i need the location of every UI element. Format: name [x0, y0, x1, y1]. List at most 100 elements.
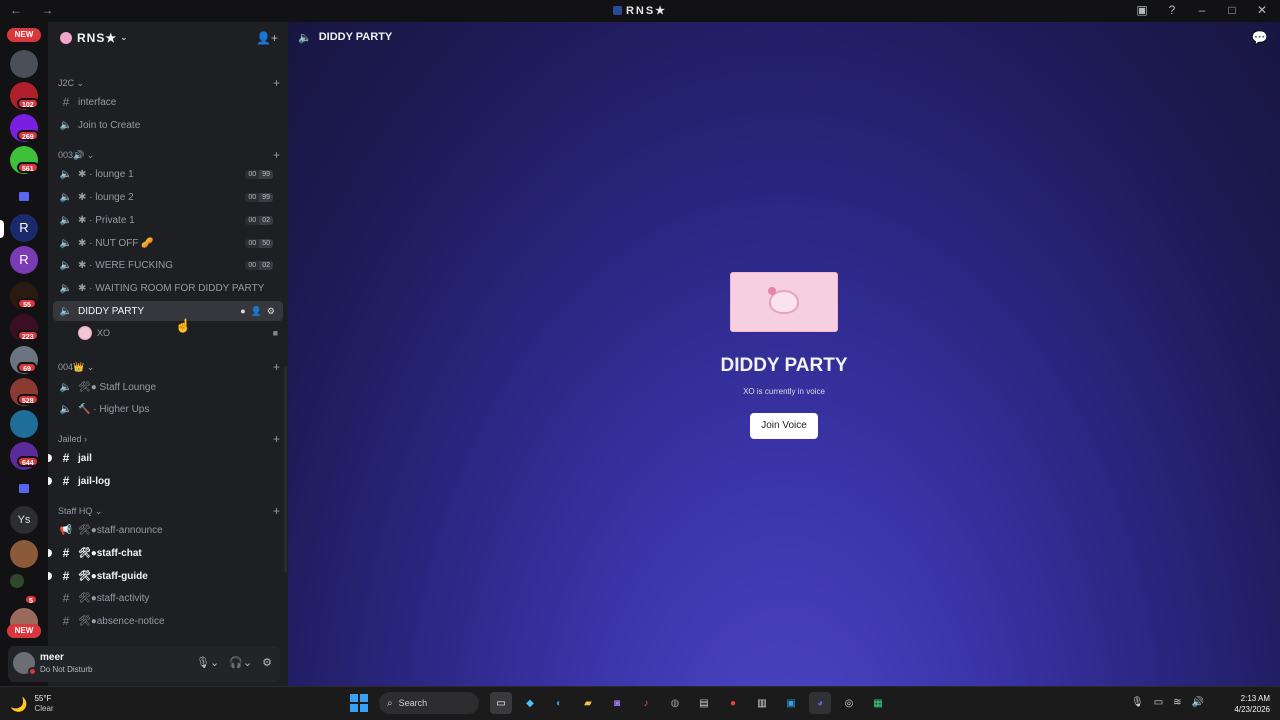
mention-badge: 69: [17, 362, 37, 373]
title-bar: ← → RNS★ ▣ ? – □ ✕: [0, 0, 1280, 22]
category-j2c[interactable]: J2C ⌄ +: [58, 76, 280, 92]
add-channel-icon[interactable]: +: [273, 76, 280, 90]
text-channel-icon: #: [62, 95, 70, 109]
server-icon[interactable]: [10, 574, 24, 588]
voice-channel-nut-off[interactable]: 🔈 ✱ · NUT OFF 🥜 00 50: [53, 233, 283, 253]
chat-icon[interactable]: ●: [240, 306, 245, 317]
app-icon[interactable]: ◙: [606, 692, 628, 714]
add-channel-icon[interactable]: +: [273, 360, 280, 374]
chevron-down-icon: ⌄: [120, 32, 128, 42]
app-icon[interactable]: ▦: [867, 692, 889, 714]
window-title: RNS★: [0, 4, 1280, 17]
inbox-icon[interactable]: ▣: [1134, 3, 1150, 17]
help-icon[interactable]: ?: [1164, 3, 1180, 17]
folder-icon[interactable]: [10, 474, 38, 502]
taskbar-search[interactable]: ⌕ Search: [379, 692, 479, 714]
channel-label: ✱ · lounge 1: [78, 168, 134, 180]
server-icon-ys[interactable]: Ys: [10, 506, 38, 534]
voice-channel-higher-ups[interactable]: 🔈 🔨 · Higher Ups: [53, 399, 283, 419]
voice-channel-heading: DIDDY PARTY: [720, 355, 848, 376]
app-icon[interactable]: ▤: [693, 692, 715, 714]
gear-icon[interactable]: ⚙: [267, 306, 275, 317]
channel-staff-activity[interactable]: # 🛠●staff-activity: [53, 588, 283, 608]
temperature: 55°F: [34, 694, 52, 703]
voice-channel-private-1[interactable]: 🔈 ✱ · Private 1 00 02: [53, 210, 283, 230]
text-channel-icon: #: [62, 614, 70, 628]
channel-interface[interactable]: # interface: [53, 92, 283, 112]
add-member-icon[interactable]: 👤+: [256, 31, 278, 45]
epic-games-icon[interactable]: ▥: [751, 692, 773, 714]
volume-icon[interactable]: 🔊: [1192, 697, 1204, 708]
voice-channel-diddy-party[interactable]: 🔈 DIDDY PARTY ● 👤 ⚙: [53, 301, 283, 321]
close-icon[interactable]: ✕: [1254, 3, 1270, 17]
copilot-icon[interactable]: ◆: [519, 692, 541, 714]
server-icon[interactable]: [10, 410, 38, 438]
task-view-icon[interactable]: ▭: [490, 692, 512, 714]
server-icon[interactable]: R: [10, 246, 38, 274]
channel-absence-notice[interactable]: # 🛠●absence-notice: [53, 611, 283, 631]
search-label: Search: [398, 698, 428, 708]
minimize-icon[interactable]: –: [1194, 3, 1210, 17]
category-staff-hq[interactable]: Staff HQ ⌄ +: [58, 504, 280, 520]
voice-channel-subtitle: XO is currently in voice: [743, 387, 825, 396]
channel-label: ✱ · WERE FUCKING: [78, 259, 174, 271]
channel-label: 🛠●staff-chat: [78, 547, 142, 559]
sidebar-scrollbar[interactable]: [284, 367, 287, 572]
app-icon[interactable]: ▣: [780, 692, 802, 714]
app-icon[interactable]: ◍: [664, 692, 686, 714]
server-icon[interactable]: [10, 50, 38, 78]
folder-icon[interactable]: [10, 182, 38, 210]
discord-app: ← → RNS★ ▣ ? – □ ✕ NEW 102 269 561 R R 5…: [0, 0, 1280, 720]
add-channel-icon[interactable]: +: [273, 432, 280, 446]
category-004[interactable]: 004👑 ⌄ +: [58, 360, 280, 376]
channel-jail-log[interactable]: # jail-log: [48, 471, 283, 491]
voice-channel-waiting-room[interactable]: 🔈 ✱ · WAITING ROOM FOR DIDDY PARTY: [53, 278, 283, 298]
chrome-icon[interactable]: ●: [722, 692, 744, 714]
avatar[interactable]: [13, 652, 37, 676]
server-icon-rns[interactable]: R: [10, 214, 38, 242]
join-voice-button[interactable]: Join Voice: [750, 413, 818, 439]
maximize-icon[interactable]: □: [1224, 3, 1240, 17]
category-003[interactable]: 003🔊 ⌄ +: [58, 148, 280, 164]
channel-join-to-create[interactable]: 🔈 Join to Create: [53, 115, 283, 135]
add-channel-icon[interactable]: +: [273, 504, 280, 518]
chevron-down-icon: ⌄: [86, 150, 95, 160]
discord-icon[interactable]: ◕: [809, 692, 831, 714]
unread-indicator: [48, 549, 52, 557]
mention-badge: 55: [17, 298, 37, 309]
channel-label: jail-log: [78, 475, 111, 487]
voice-channel-lounge-1[interactable]: 🔈 ✱ · lounge 1 00 99: [53, 164, 283, 184]
headphones-icon[interactable]: 🎧⌄: [229, 656, 252, 669]
channel-staff-chat[interactable]: # 🛠●staff-chat: [48, 543, 283, 563]
voice-channel-staff-lounge[interactable]: 🔈 🛠● Staff Lounge: [53, 377, 283, 397]
voice-channel-were[interactable]: 🔈 ✱ · WERE FUCKING 00 02: [53, 255, 283, 275]
new-pill[interactable]: NEW: [7, 624, 41, 638]
chat-bubble-icon[interactable]: 💬: [1252, 30, 1268, 46]
windows-start-icon[interactable]: [350, 694, 368, 712]
category-jailed[interactable]: Jailed › +: [58, 432, 280, 448]
file-explorer-icon[interactable]: ▰: [577, 692, 599, 714]
channel-staff-announce[interactable]: 📢 🛠●staff-announce: [53, 520, 283, 540]
channel-label: ✱ · NUT OFF 🥜: [78, 237, 154, 249]
new-pill[interactable]: NEW: [7, 28, 41, 42]
channel-jail[interactable]: # jail: [48, 448, 283, 468]
gear-icon[interactable]: ⚙: [262, 656, 272, 669]
channel-staff-guide[interactable]: # 🛠●staff-guide: [48, 566, 283, 586]
edge-icon[interactable]: ◐: [548, 692, 570, 714]
wifi-icon[interactable]: ≋: [1173, 697, 1181, 708]
add-channel-icon[interactable]: +: [273, 148, 280, 162]
display-icon[interactable]: ▭: [1154, 697, 1163, 708]
voice-channel-lounge-2[interactable]: 🔈 ✱ · lounge 2 00 99: [53, 187, 283, 207]
weather-widget[interactable]: 🌙 55°F Clear: [10, 694, 54, 714]
app-icon[interactable]: ◎: [838, 692, 860, 714]
user-status: Do Not Disturb: [40, 665, 93, 674]
server-header[interactable]: RNS★ ⌄ 👤+: [48, 22, 288, 53]
server-icon[interactable]: [10, 540, 38, 568]
speaker-icon: 🔈: [59, 305, 73, 317]
tiktok-icon[interactable]: ♪: [635, 692, 657, 714]
voice-channel-view: 🔈 DIDDY PARTY 💬 DIDDY PARTY XO is curren…: [288, 22, 1280, 686]
invite-icon[interactable]: 👤: [251, 306, 262, 317]
clock[interactable]: 2:13 AM 4/23/2026: [1234, 693, 1270, 715]
microphone-tray-icon[interactable]: 🎙: [1131, 697, 1144, 708]
microphone-icon[interactable]: 🎙⌄: [196, 656, 219, 669]
